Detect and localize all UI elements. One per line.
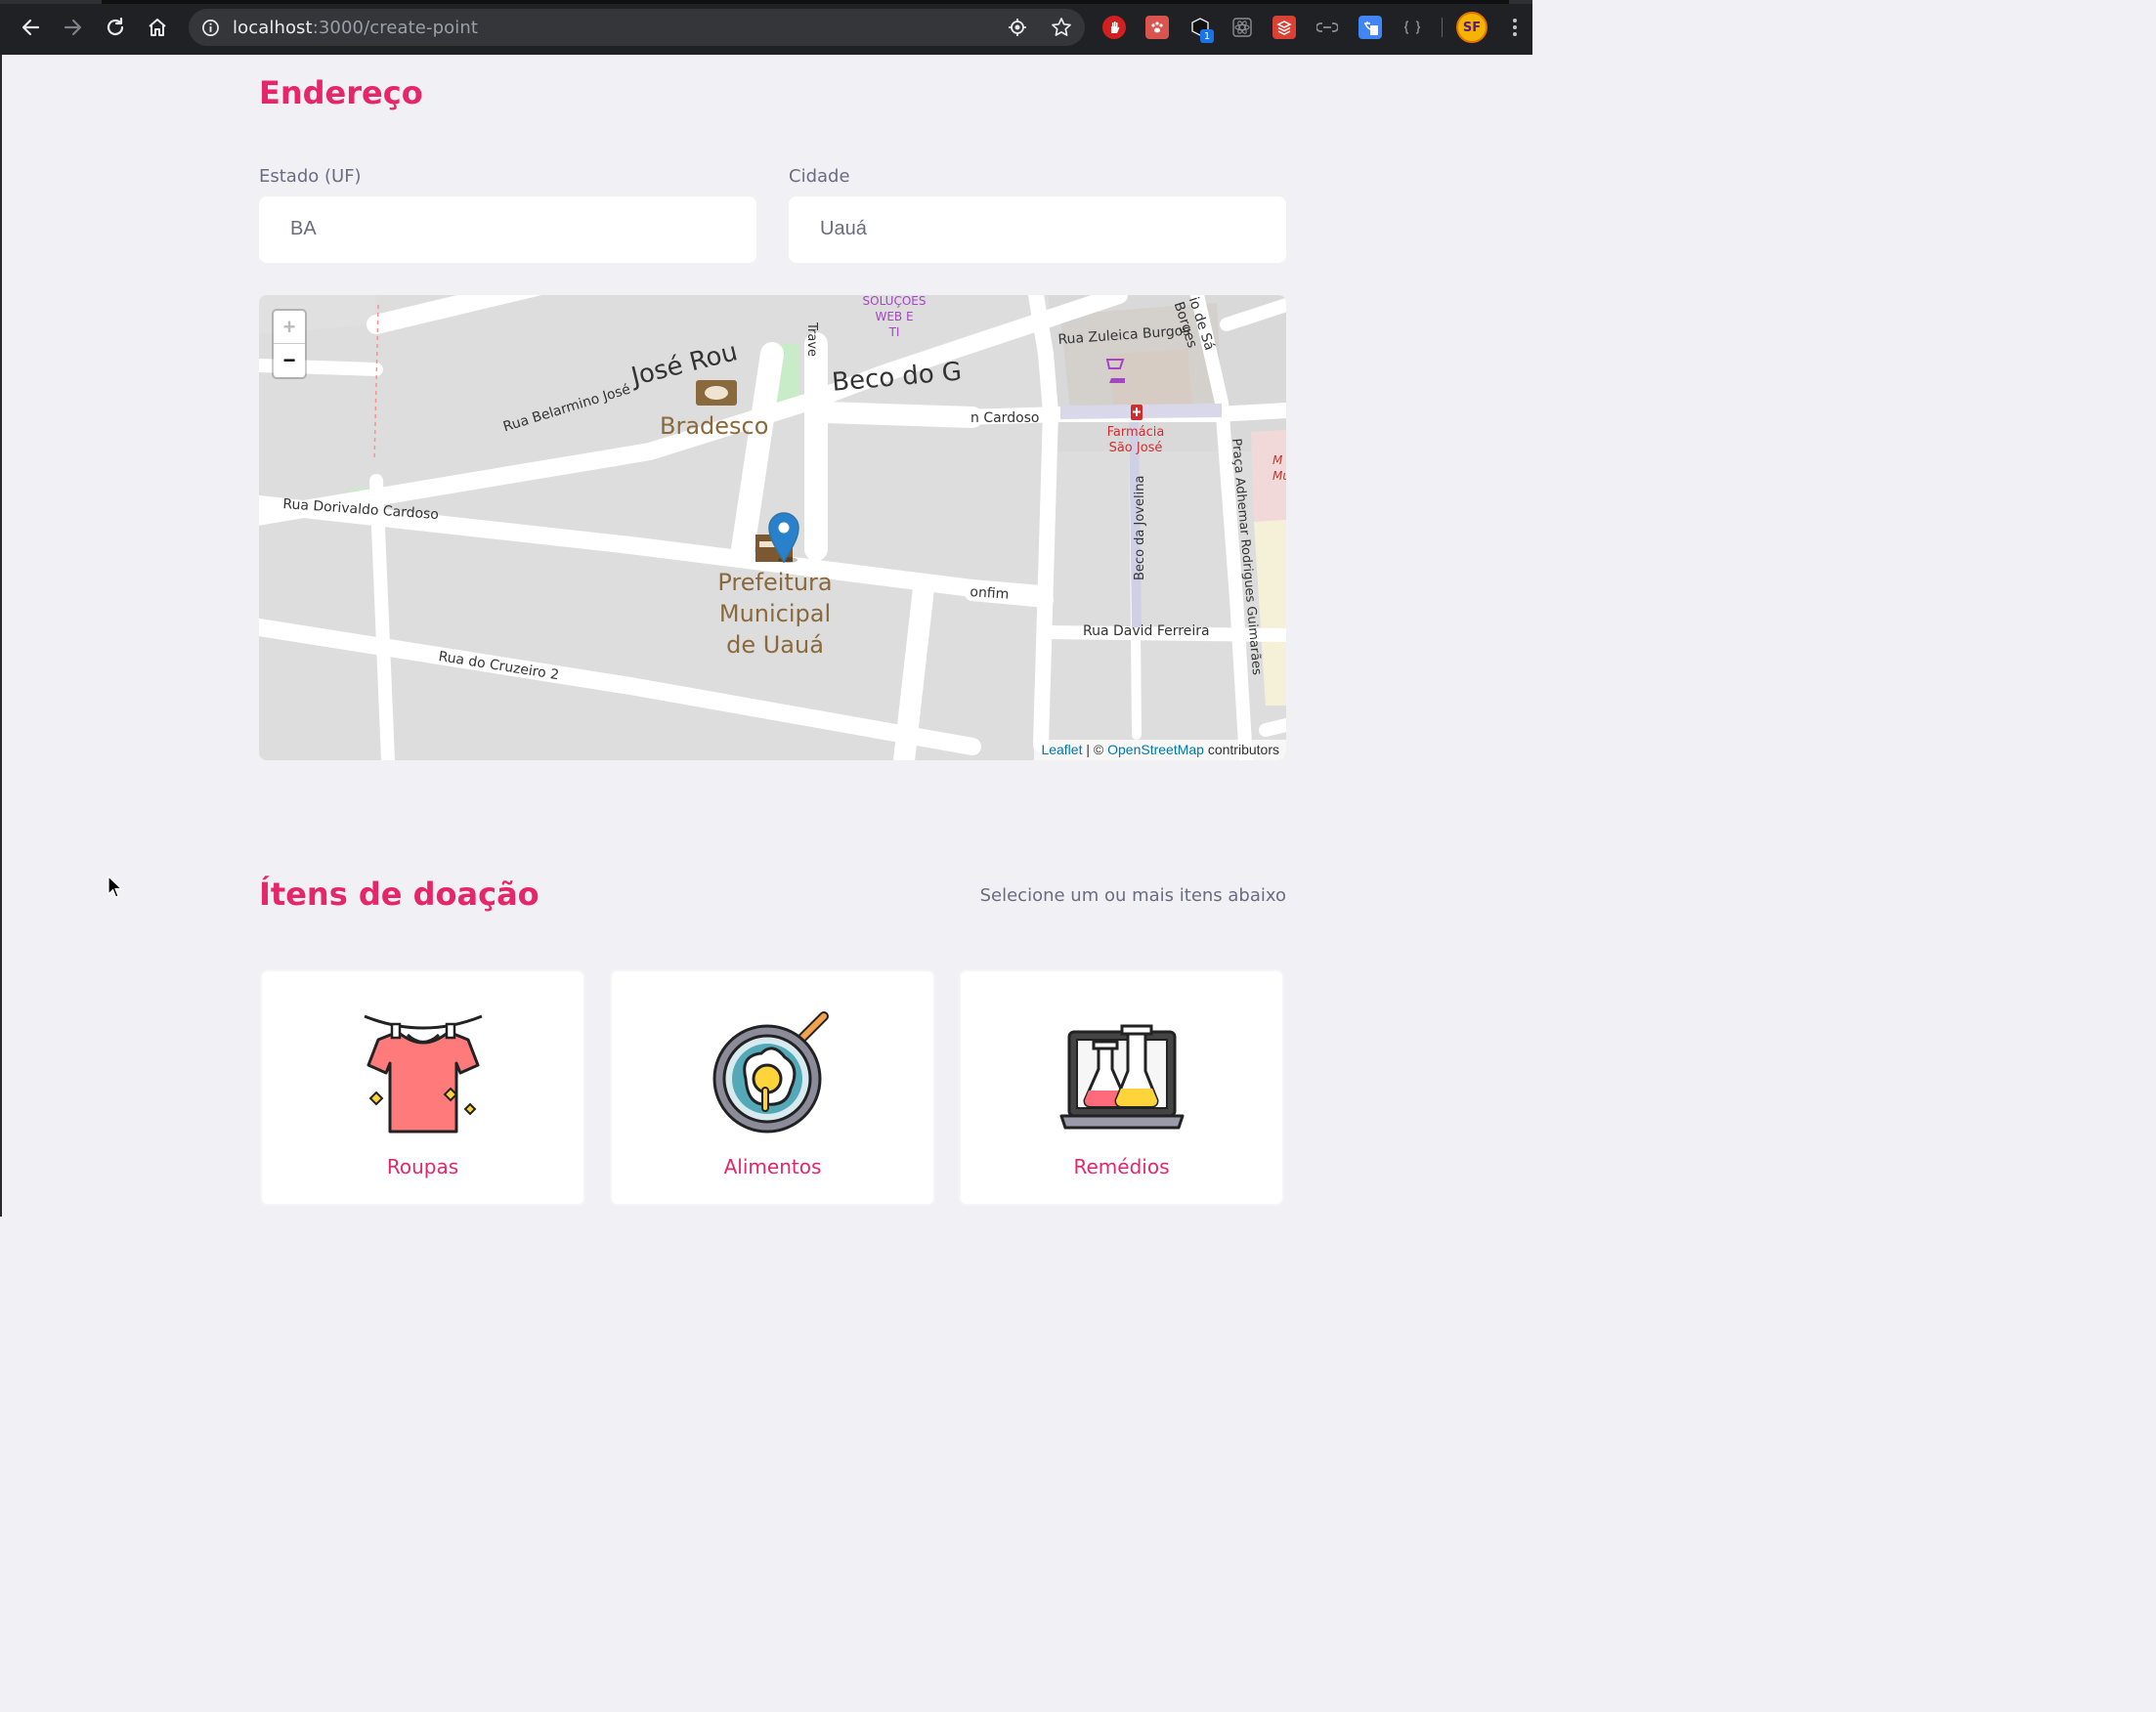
- extension-badge: 1: [1200, 29, 1214, 43]
- toolbar-separator: [1442, 18, 1443, 37]
- leaflet-link[interactable]: Leaflet: [1041, 742, 1082, 757]
- fried-egg-pan-icon: [712, 1011, 829, 1134]
- translate-icon: [1364, 21, 1378, 35]
- url-host: localhost: [233, 18, 313, 38]
- forward-button[interactable]: [60, 14, 87, 41]
- solucoes-line-1: SOLUÇOES: [862, 295, 927, 308]
- url-text[interactable]: localhost:3000/create-point: [233, 18, 478, 38]
- map-label-cardoso: n Cardoso: [970, 410, 1040, 426]
- react-devtools-extension-icon[interactable]: [1230, 16, 1254, 39]
- state-select-value: BA: [290, 218, 317, 239]
- paw-extension-icon[interactable]: [1145, 16, 1169, 39]
- forward-arrow-icon: [64, 19, 82, 36]
- map-label-rua-david: Rua David Ferreira: [1083, 623, 1210, 639]
- google-translate-extension-icon[interactable]: [1358, 16, 1382, 39]
- map-label-bradesco: Bradesco: [660, 412, 769, 440]
- location-target-icon[interactable]: [1008, 18, 1027, 37]
- info-icon[interactable]: [201, 19, 220, 37]
- cube-extension-icon[interactable]: 1: [1188, 16, 1214, 43]
- items-section-title: Ítens de doação: [259, 876, 539, 913]
- right-edge-line-1: M: [1272, 453, 1283, 467]
- browser-menu-icon[interactable]: [1507, 16, 1523, 39]
- location-marker-icon[interactable]: [767, 510, 800, 563]
- right-edge-line-2: Mu: [1272, 469, 1286, 483]
- item-card-roupas[interactable]: Roupas: [260, 969, 585, 1206]
- browser-toolbar: localhost:3000/create-point 1 SF: [0, 0, 1532, 55]
- address-section-title: Endereço: [259, 74, 423, 111]
- bookmark-star-icon[interactable]: [1051, 17, 1072, 38]
- shoe-shop-icon: [1109, 378, 1125, 383]
- reload-icon: [107, 17, 124, 36]
- home-button[interactable]: [144, 14, 171, 41]
- map-label-trave: Trave: [804, 322, 819, 358]
- state-label: Estado (UF): [259, 166, 362, 187]
- back-arrow-icon: [22, 19, 40, 36]
- city-label: Cidade: [789, 166, 850, 187]
- osm-link[interactable]: OpenStreetMap: [1107, 742, 1204, 757]
- map-label-solucoes: SOLUÇOES WEB E TI: [855, 295, 933, 340]
- map[interactable]: José Rou Bradesco Beco do G Rua Zuleica …: [259, 295, 1286, 760]
- item-label-roupas: Roupas: [386, 1155, 459, 1178]
- map-label-beco-jovelina: Beco da Jovelina: [1133, 475, 1147, 580]
- items-section-subtitle: Selecione um ou mais itens abaixo: [979, 885, 1286, 906]
- map-label-prefeitura: Prefeitura Municipal de Uauá: [697, 567, 853, 661]
- farmacia-line-2: São José: [1108, 441, 1163, 455]
- map-label-bonfim: onfim: [969, 584, 1010, 603]
- mouse-cursor-icon: [108, 876, 122, 898]
- prefeitura-line-1: Prefeitura: [717, 569, 833, 596]
- tab-strip: [0, 0, 1532, 4]
- todoist-extension-icon[interactable]: [1272, 16, 1296, 39]
- zoom-control: + −: [272, 309, 307, 379]
- react-atom-icon: [1232, 18, 1252, 37]
- city-select-value: Uauá: [820, 218, 867, 239]
- item-card-remedios[interactable]: Remédios: [959, 969, 1284, 1206]
- city-select[interactable]: Uauá: [789, 196, 1286, 263]
- json-extension-icon[interactable]: [1401, 16, 1424, 39]
- zoom-out-button[interactable]: −: [274, 344, 305, 377]
- solucoes-line-2: WEB E: [875, 310, 914, 323]
- map-label-farmacia: Farmácia São José: [1101, 425, 1170, 456]
- profile-avatar[interactable]: SF: [1456, 12, 1488, 43]
- lab-flasks-icon: [1059, 1024, 1184, 1130]
- map-label-right-edge: M Mu: [1272, 452, 1286, 484]
- farmacia-line-1: Farmácia: [1106, 425, 1165, 440]
- zoom-in-button[interactable]: +: [274, 311, 305, 344]
- item-label-remedios: Remédios: [1073, 1155, 1170, 1178]
- map-attribution: Leaflet | © OpenStreetMap contributors: [1034, 740, 1286, 760]
- link-extension-icon[interactable]: [1315, 16, 1339, 39]
- adblock-extension-icon[interactable]: [1102, 16, 1126, 39]
- item-card-alimentos[interactable]: Alimentos: [610, 969, 935, 1206]
- active-tab-indicator: [102, 0, 1509, 4]
- chain-link-icon: [1316, 22, 1338, 32]
- todoist-layers-icon: [1276, 21, 1292, 35]
- tshirt-icon: [363, 1014, 483, 1134]
- reload-button[interactable]: [102, 14, 129, 41]
- prefeitura-line-3: de Uauá: [726, 631, 824, 659]
- item-label-alimentos: Alimentos: [723, 1155, 822, 1178]
- prefeitura-line-2: Municipal: [718, 600, 832, 627]
- solucoes-line-3: TI: [888, 325, 900, 339]
- url-path: :3000/create-point: [312, 18, 478, 38]
- back-button[interactable]: [17, 14, 44, 41]
- home-icon: [149, 19, 166, 36]
- attribution-separator: | ©: [1082, 742, 1108, 757]
- window-edge: [0, 55, 2, 1217]
- hand-icon: [1111, 21, 1120, 33]
- paw-icon: [1151, 21, 1163, 33]
- state-select[interactable]: BA: [259, 196, 756, 263]
- address-bar[interactable]: localhost:3000/create-point: [189, 9, 1085, 46]
- curly-braces-icon: [1403, 21, 1421, 34]
- attribution-tail: contributors: [1203, 742, 1279, 757]
